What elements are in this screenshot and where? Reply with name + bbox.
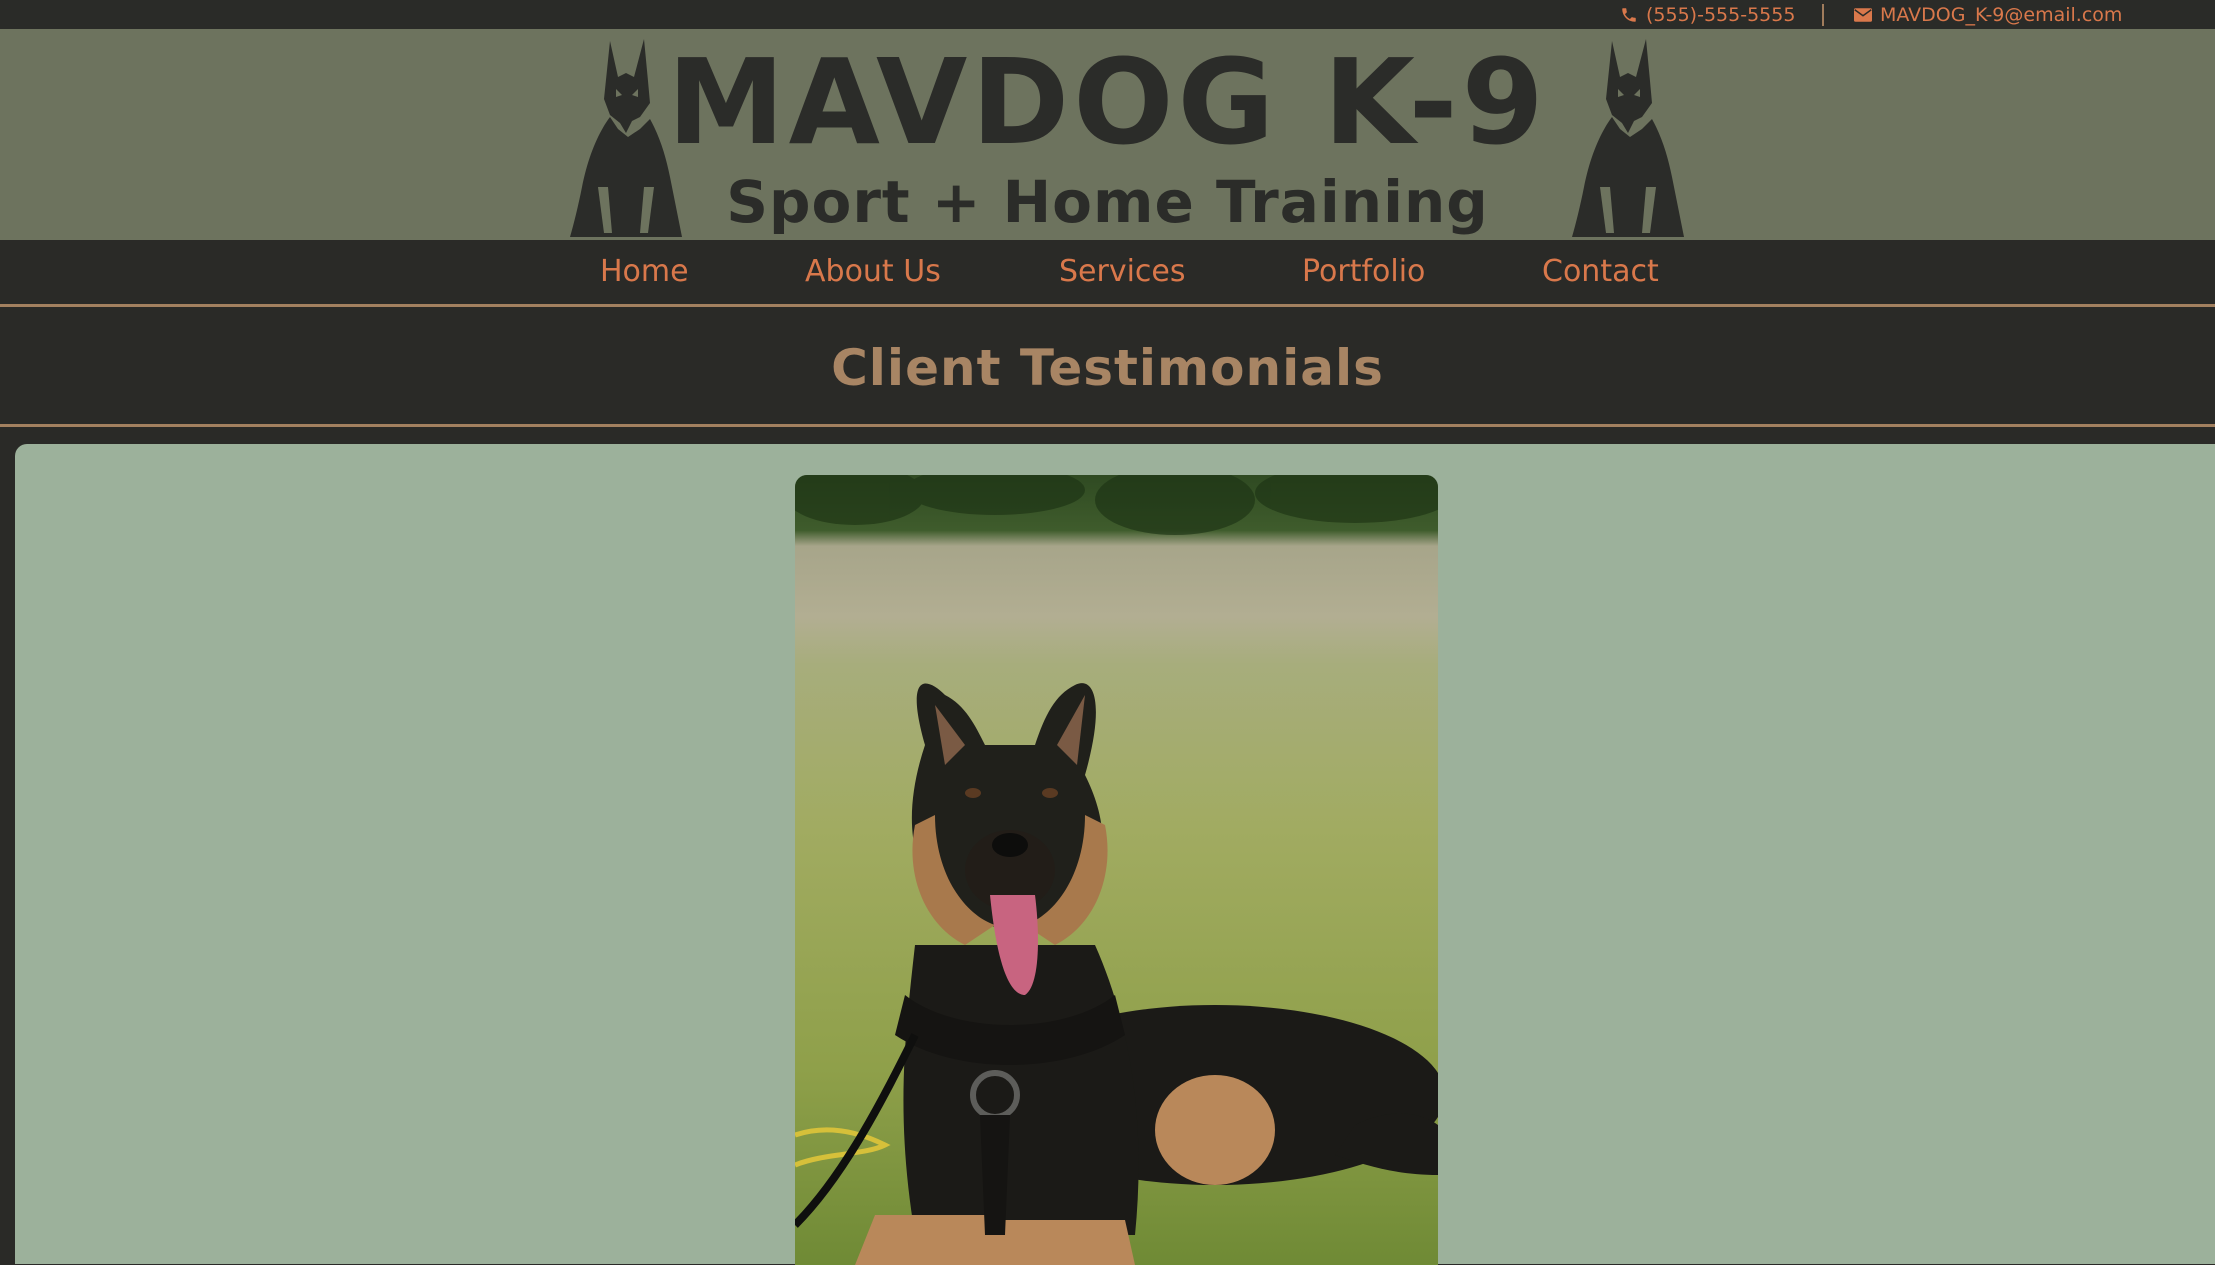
contact-divider <box>1822 4 1824 26</box>
section-header: Client Testimonials <box>0 307 2215 427</box>
page-title: Client Testimonials <box>831 339 1384 397</box>
nav-home[interactable]: Home <box>600 254 689 289</box>
nav-services[interactable]: Services <box>1059 254 1186 289</box>
top-contact-bar: (555)-555-5555 MAVDOG_K-9@email.com <box>0 0 2215 29</box>
nav-contact[interactable]: Contact <box>1542 254 1659 289</box>
german-shepherd-image <box>795 475 1438 1265</box>
nav-portfolio[interactable]: Portfolio <box>1302 254 1425 289</box>
envelope-icon <box>1854 8 1872 22</box>
phone-link[interactable]: (555)-555-5555 <box>1620 4 1795 26</box>
nav-about-us[interactable]: About Us <box>805 254 941 289</box>
phone-icon <box>1622 8 1636 22</box>
site-header: MAVDOG K-9 Sport + Home Training <box>0 29 2215 240</box>
main-nav: Home About Us Services Portfolio Contact <box>0 240 2215 307</box>
phone-number: (555)-555-5555 <box>1646 4 1796 26</box>
testimonial-dog-photo <box>795 475 1438 1265</box>
doberman-logo-icon <box>1572 39 1684 237</box>
site-subtitle: Sport + Home Training <box>726 168 1489 236</box>
email-link[interactable]: MAVDOG_K-9@email.com <box>1854 4 2122 26</box>
site-title: MAVDOG K-9 <box>667 33 1548 171</box>
email-address: MAVDOG_K-9@email.com <box>1880 4 2123 26</box>
